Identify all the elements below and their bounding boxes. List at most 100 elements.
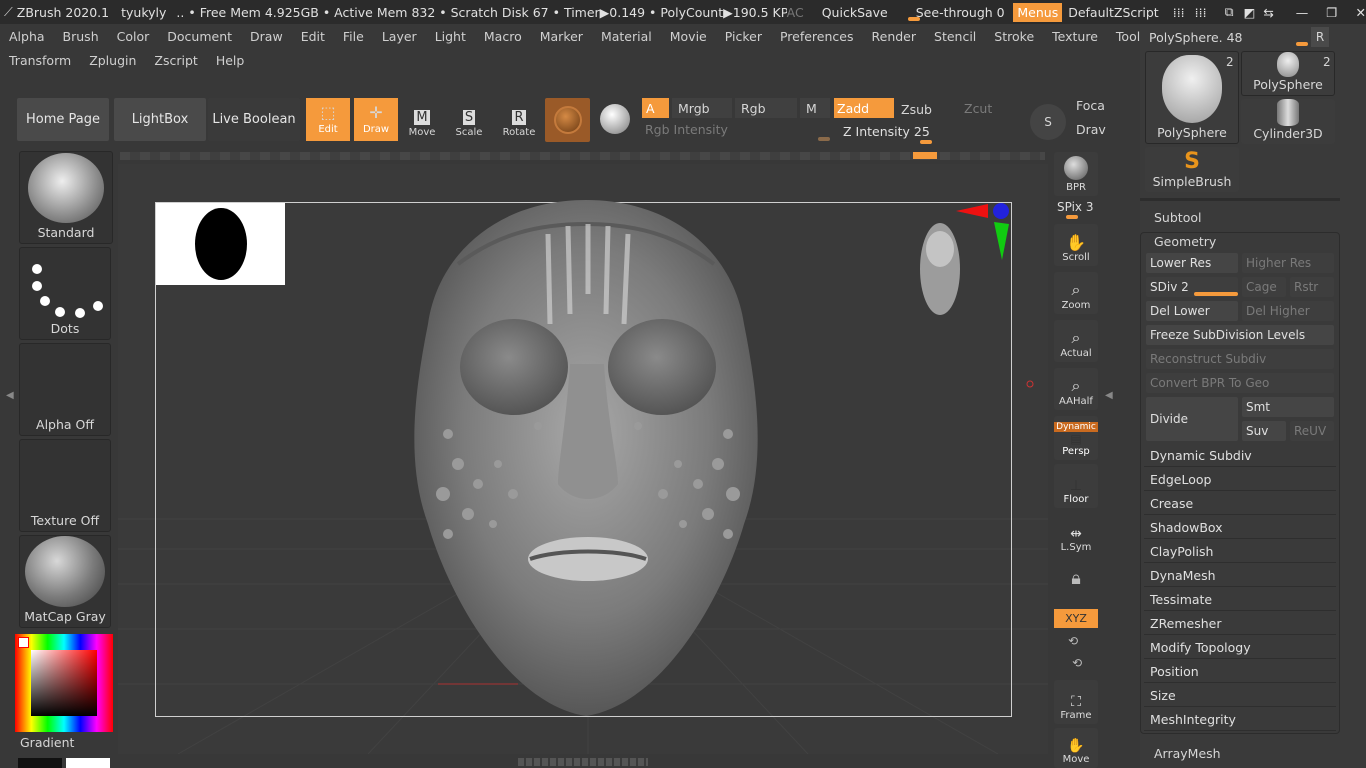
sculpt-mask-mesh[interactable] [414, 200, 758, 716]
menu-file[interactable]: File [334, 29, 373, 44]
maximize-icon[interactable]: ❐ [1326, 5, 1337, 20]
scale-button[interactable]: S Scale [448, 102, 490, 138]
seethrough-thumb[interactable] [908, 17, 920, 21]
color-picker[interactable] [15, 634, 113, 732]
tool-thumb-simplebrush[interactable]: S SimpleBrush [1145, 147, 1239, 192]
palette-icon[interactable]: ◩ [1244, 5, 1256, 20]
geometry-header[interactable]: Geometry [1154, 234, 1216, 249]
higher-res-button[interactable]: Higher Res [1242, 253, 1334, 273]
frame-button[interactable]: ⛶ Frame [1054, 680, 1098, 724]
sculptris-button[interactable] [596, 100, 634, 138]
z-intensity-slider[interactable]: Z Intensity 25 [843, 124, 1023, 140]
reuv-toggle[interactable]: ReUV [1290, 421, 1334, 441]
persp-button[interactable]: Dynamic ▤ Persp [1054, 416, 1098, 460]
rgb-intensity-thumb[interactable] [818, 137, 830, 141]
z-rotate-icon[interactable]: ⟲ [1072, 656, 1082, 670]
menu-color[interactable]: Color [108, 29, 159, 44]
suv-toggle[interactable]: Suv [1242, 421, 1286, 441]
left-tray-collapse-icon[interactable]: ◀ [6, 330, 14, 460]
menu-light[interactable]: Light [426, 29, 475, 44]
geometry-item-meshintegrity[interactable]: MeshIntegrity [1144, 709, 1336, 731]
tool-thumb-cylinder3d[interactable]: Cylinder3D [1241, 99, 1335, 144]
menu-draw[interactable]: Draw [241, 29, 292, 44]
stroke-selector[interactable]: Dots [19, 247, 111, 340]
brush-selector[interactable]: Standard [19, 151, 113, 244]
menu-movie[interactable]: Movie [661, 29, 716, 44]
menu-stroke[interactable]: Stroke [985, 29, 1043, 44]
zadd-button[interactable]: Zadd [834, 98, 894, 118]
draw-button[interactable]: ✛ Draw [354, 98, 398, 141]
menu-picker[interactable]: Picker [716, 29, 771, 44]
right-tray-collapse-icon[interactable]: ◀ [1105, 330, 1113, 460]
main-color-swatch[interactable] [18, 637, 29, 648]
rotate-button[interactable]: R Rotate [498, 102, 540, 138]
edit-button[interactable]: ⬚ Edit [306, 98, 350, 141]
timeline-marker[interactable] [913, 152, 937, 159]
menu-zscript[interactable]: Zscript [145, 53, 206, 68]
menu-material[interactable]: Material [592, 29, 661, 44]
swap-icon[interactable]: ⧉ [1225, 4, 1234, 20]
cage-button[interactable]: Cage [1242, 277, 1286, 297]
move-view-button[interactable]: ✋ Move [1054, 728, 1098, 768]
geometry-item-claypolish[interactable]: ClayPolish [1144, 541, 1336, 563]
floor-button[interactable]: ⊥ Floor [1054, 464, 1098, 508]
timeline-strip[interactable] [120, 152, 1045, 160]
subtool-header[interactable]: Subtool [1154, 210, 1201, 225]
spix-slider[interactable]: SPix 3 [1057, 200, 1101, 214]
menu-zplugin[interactable]: Zplugin [80, 53, 145, 68]
zcut-button[interactable]: Zcut [960, 98, 1018, 118]
bottom-tray-handle[interactable] [518, 758, 648, 766]
home-page-button[interactable]: Home Page [17, 98, 109, 141]
arraymesh-header[interactable]: ArrayMesh [1154, 746, 1221, 761]
actual-button[interactable]: ⌕ Actual [1054, 320, 1098, 362]
m-button[interactable]: M [800, 98, 830, 118]
freeze-subdivision-button[interactable]: Freeze SubDivision Levels [1146, 325, 1334, 345]
gradient-label[interactable]: Gradient [20, 735, 74, 750]
close-icon[interactable]: ✕ [1356, 5, 1366, 20]
lock-icon[interactable]: 🔒︎ [1060, 568, 1092, 596]
sdiv-thumb[interactable] [1194, 292, 1238, 296]
geometry-item-shadowbox[interactable]: ShadowBox [1144, 517, 1336, 539]
aahalf-button[interactable]: ⌕ AAHalf [1054, 368, 1098, 410]
menu-alpha[interactable]: Alpha [0, 29, 54, 44]
rgb-intensity-slider[interactable]: Rgb Intensity [645, 122, 830, 138]
menu-marker[interactable]: Marker [531, 29, 592, 44]
lower-res-button[interactable]: Lower Res [1146, 253, 1238, 273]
spix-thumb[interactable] [1066, 215, 1078, 219]
material-toggle-button[interactable] [545, 98, 590, 142]
texture-selector[interactable]: Texture Off [19, 439, 111, 532]
zoom-button[interactable]: ⌕ Zoom [1054, 272, 1098, 314]
geometry-item-zremesher[interactable]: ZRemesher [1144, 613, 1336, 635]
menu-document[interactable]: Document [158, 29, 241, 44]
menu-stencil[interactable]: Stencil [925, 29, 985, 44]
document-canvas[interactable] [118, 164, 1048, 755]
secondary-color-swatch[interactable] [18, 758, 62, 768]
geometry-item-position[interactable]: Position [1144, 661, 1336, 683]
orientation-gizmo[interactable] [920, 203, 1009, 315]
menu-brush[interactable]: Brush [54, 29, 108, 44]
rgb-button[interactable]: Rgb [735, 98, 797, 118]
seethrough-slider[interactable]: See-through 0 [914, 5, 1008, 20]
a-mode-button[interactable]: A [642, 98, 669, 118]
focal-shift-slider[interactable]: Foca [1076, 98, 1106, 113]
mrgb-button[interactable]: Mrgb [672, 98, 732, 118]
draw-size-slider[interactable]: Drav [1076, 122, 1106, 137]
menu-transform[interactable]: Transform [0, 53, 80, 68]
focal-shift-icon[interactable]: S [1030, 104, 1066, 140]
reconstruct-subdiv-button[interactable]: Reconstruct Subdiv [1146, 349, 1334, 369]
geometry-item-dynamesh[interactable]: DynaMesh [1144, 565, 1336, 587]
color-picker-square[interactable] [31, 650, 97, 716]
menu-layer[interactable]: Layer [373, 29, 426, 44]
layout2-icon[interactable]: ⁞⁞⁞ [1195, 5, 1207, 20]
menu-edit[interactable]: Edit [292, 29, 334, 44]
r-button[interactable]: R [1311, 27, 1329, 47]
geometry-item-edgeloop[interactable]: EdgeLoop [1144, 469, 1336, 491]
geometry-item-modify-topology[interactable]: Modify Topology [1144, 637, 1336, 659]
smt-toggle[interactable]: Smt [1242, 397, 1334, 417]
live-boolean-button[interactable]: Live Boolean [208, 98, 300, 141]
quicksave-button[interactable]: QuickSave [822, 5, 888, 20]
nav-icon[interactable]: ⇆ [1263, 5, 1273, 20]
geometry-item-size[interactable]: Size [1144, 685, 1336, 707]
del-lower-button[interactable]: Del Lower [1146, 301, 1238, 321]
tool-thumb-polysphere-small[interactable]: PolySphere [1241, 51, 1335, 96]
